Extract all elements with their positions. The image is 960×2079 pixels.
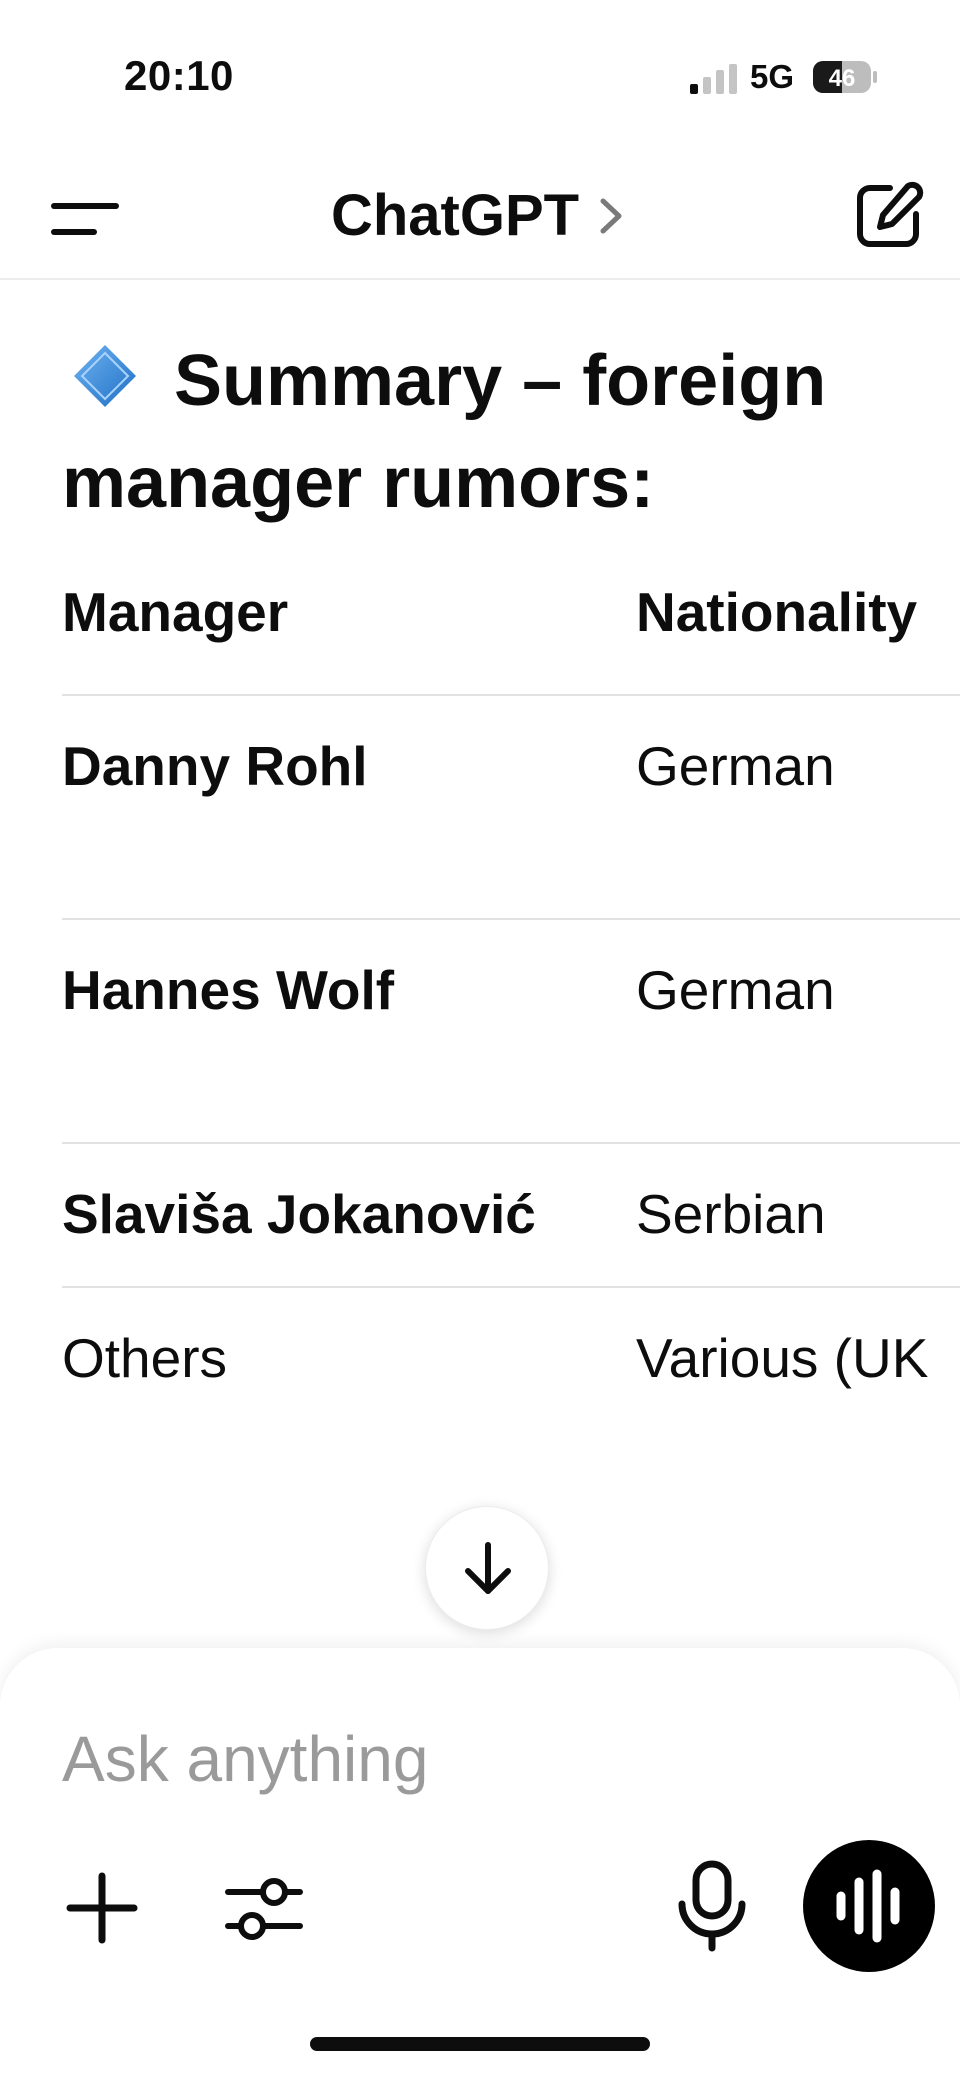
heading-text: Summary – foreign manager rumors: [62,341,827,523]
app-title: ChatGPT [330,183,580,249]
assistant-message: Summary – foreign manager rumors: Manage… [62,280,960,1490]
battery-level: 46 [829,65,856,92]
scroll-down-button[interactable] [425,1506,549,1630]
scroll-down-icon [465,1542,511,1594]
voice-mode-icon [836,1869,900,1943]
status-time: 20:10 [124,52,234,99]
nationality-cell: Various (UK [636,1327,929,1389]
tools-icon[interactable] [222,1868,306,1952]
summary-table: Manager Nationality Danny Rohl German Ha… [62,580,960,1431]
signal-icon [690,64,737,94]
manager-cell: Slaviša Jokanović [62,1183,536,1245]
microphone-icon[interactable] [672,1858,752,1954]
table-row: Others Various (UK [62,1287,960,1431]
table-row: Slaviša Jokanović Serbian [62,1143,960,1287]
manager-cell: Others [62,1327,228,1389]
nationality-cell: German [636,735,835,797]
header-nationality: Nationality [636,581,918,643]
table-header-row: Manager Nationality [62,580,960,695]
table-row: Danny Rohl German [62,695,960,919]
battery-icon: 46 [813,61,877,93]
nav-bar: ChatGPT [0,150,960,280]
status-bar: 20:10 5G 46 [0,0,960,150]
network-type: 5G [750,58,795,95]
nationality-cell: German [636,959,835,1021]
table-row: Hannes Wolf German [62,919,960,1143]
composer [0,1648,960,2079]
chevron-right-icon [600,198,622,234]
nationality-cell: Serbian [636,1183,826,1245]
message-heading: Summary – foreign manager rumors: [62,330,922,534]
new-chat-icon[interactable] [852,178,926,252]
home-indicator [310,2037,650,2051]
ask-input[interactable] [62,1714,882,1804]
voice-mode-button[interactable] [803,1840,935,1972]
manager-cell: Hannes Wolf [62,959,395,1021]
manager-cell: Danny Rohl [62,735,368,797]
model-selector[interactable]: ChatGPT [0,178,960,249]
plus-icon[interactable] [60,1866,144,1950]
blue-diamond-icon [74,345,136,407]
header-manager: Manager [62,581,289,643]
